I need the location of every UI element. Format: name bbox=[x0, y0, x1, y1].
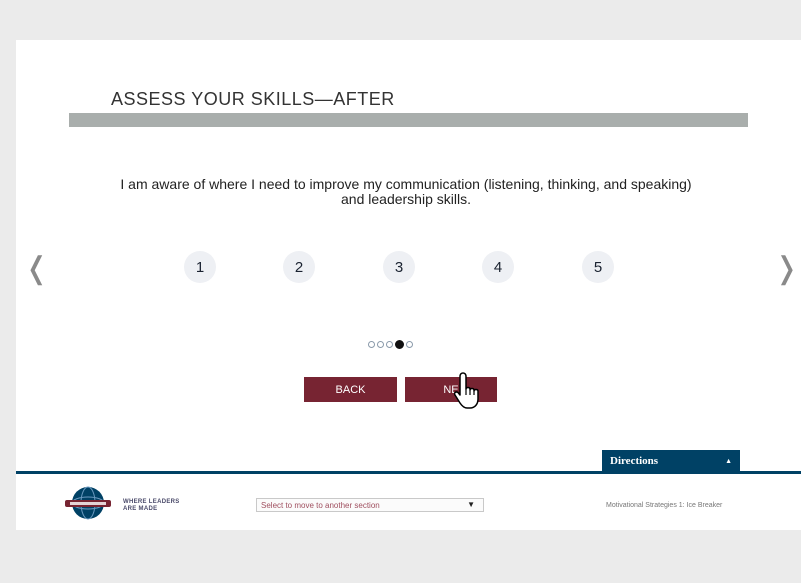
back-button[interactable]: BACK bbox=[304, 377, 397, 402]
dropdown-caret-icon: ▼ bbox=[467, 500, 475, 509]
footer-divider bbox=[16, 471, 801, 474]
rating-option-4[interactable]: 4 bbox=[482, 251, 514, 283]
directions-tab[interactable]: Directions ▲ bbox=[602, 450, 740, 471]
chevron-up-icon: ▲ bbox=[725, 456, 732, 465]
section-select-dropdown[interactable]: Select to move to another section ▼ bbox=[256, 498, 484, 512]
tagline-line-1: WHERE LEADERS bbox=[123, 499, 180, 505]
title-underline-bar bbox=[69, 113, 748, 127]
page-dot[interactable] bbox=[368, 341, 375, 348]
course-name: Motivational Strategies 1: Ice Breaker bbox=[606, 502, 723, 509]
hand-cursor-icon bbox=[454, 372, 479, 409]
page-title: ASSESS YOUR SKILLS—AFTER bbox=[111, 89, 395, 109]
rating-option-2[interactable]: 2 bbox=[283, 251, 315, 283]
page-indicator bbox=[368, 340, 413, 349]
logo-tagline: WHERE LEADERS ARE MADE bbox=[123, 499, 180, 513]
previous-arrow-icon[interactable]: ❬ bbox=[24, 254, 49, 284]
page-dot-current[interactable] bbox=[395, 340, 404, 349]
tagline-line-2: ARE MADE bbox=[123, 506, 158, 512]
page-dot[interactable] bbox=[377, 341, 384, 348]
page-dot[interactable] bbox=[406, 341, 413, 348]
section-select-value: Select to move to another section bbox=[261, 500, 380, 510]
rating-option-3[interactable]: 3 bbox=[383, 251, 415, 283]
toastmasters-logo-icon bbox=[65, 486, 111, 520]
course-slide: ASSESS YOUR SKILLS—AFTER I am aware of w… bbox=[16, 40, 801, 530]
assessment-question: I am aware of where I need to improve my… bbox=[120, 176, 692, 207]
directions-label: Directions bbox=[610, 454, 659, 467]
rating-option-5[interactable]: 5 bbox=[582, 251, 614, 283]
page-dot[interactable] bbox=[386, 341, 393, 348]
rating-option-1[interactable]: 1 bbox=[184, 251, 216, 283]
next-arrow-icon[interactable]: ❭ bbox=[774, 254, 799, 284]
